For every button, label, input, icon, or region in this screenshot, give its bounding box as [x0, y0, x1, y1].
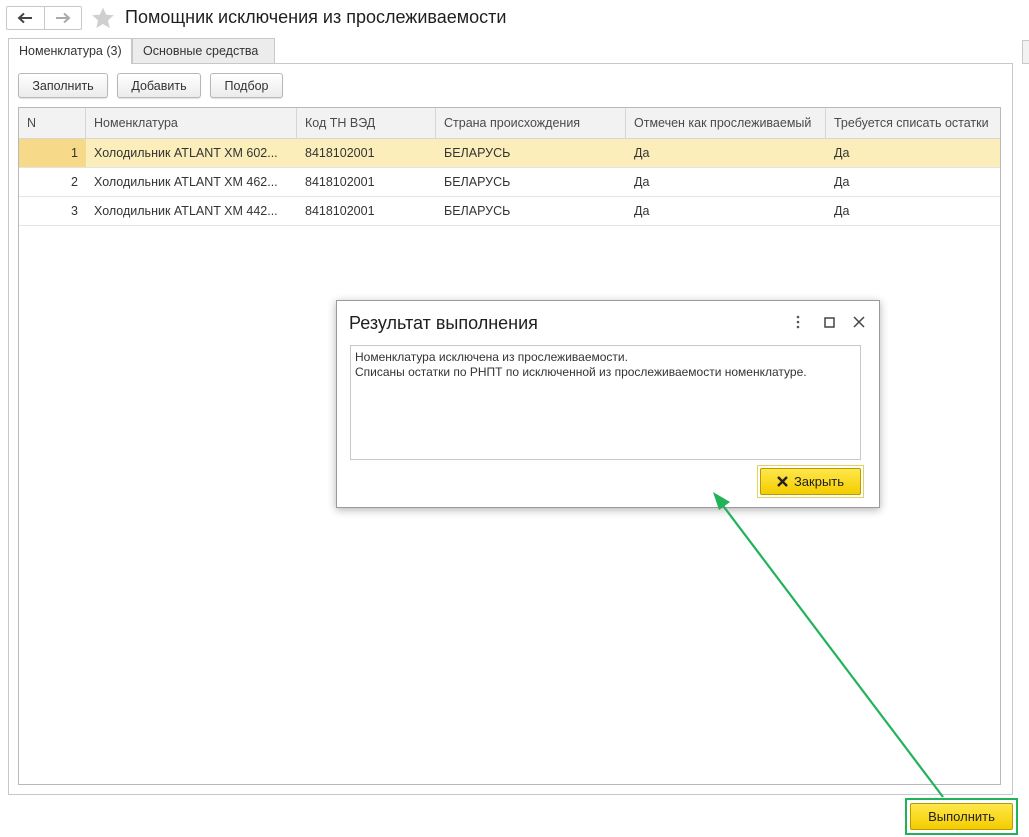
message-line: Списаны остатки по РНПТ по исключенной и… — [355, 365, 807, 379]
column-header-n[interactable]: N — [19, 108, 86, 139]
add-button[interactable]: Добавить — [117, 73, 201, 98]
row-number: 2 — [71, 175, 78, 189]
row-traceable: Да — [634, 175, 650, 189]
row-country: БЕЛАРУСЬ — [444, 175, 511, 189]
row-writeoff: Да — [834, 146, 850, 160]
column-header-nomenclature[interactable]: Номенклатура — [86, 108, 297, 139]
fill-button[interactable]: Заполнить — [18, 73, 108, 98]
row-number: 1 — [19, 139, 86, 167]
row-code: 8418102001 — [305, 204, 375, 218]
arrow-left-icon — [17, 12, 33, 24]
column-header-code[interactable]: Код ТН ВЭД — [297, 108, 436, 139]
page-title: Помощник исключения из прослеживаемости — [125, 7, 507, 27]
execute-highlight: Выполнить — [905, 798, 1018, 835]
tab-nomenclature[interactable]: Номенклатура (3) — [8, 38, 132, 64]
row-nomenclature: Холодильник ATLANT XM 442... — [94, 204, 278, 218]
row-nomenclature: Холодильник ATLANT XM 462... — [94, 175, 278, 189]
table-row[interactable]: 3 Холодильник ATLANT XM 442... 841810200… — [19, 197, 1000, 226]
column-header-traceable[interactable]: Отмечен как прослеживаемый — [626, 108, 826, 139]
star-icon[interactable] — [91, 6, 115, 30]
close-button-label: Закрыть — [793, 474, 845, 489]
history-nav — [6, 6, 82, 30]
result-message: Номенклатура исключена из прослеживаемос… — [350, 345, 861, 460]
result-dialog: Результат выполнения Номенклатура исключ… — [336, 300, 880, 508]
maximize-icon[interactable] — [820, 313, 838, 331]
message-line: Номенклатура исключена из прослеживаемос… — [355, 350, 628, 364]
forward-button[interactable] — [43, 7, 81, 29]
row-code: 8418102001 — [305, 146, 375, 160]
row-writeoff: Да — [834, 175, 850, 189]
tab-fixed-assets[interactable]: Основные средства — [132, 38, 275, 64]
more-vertical-icon[interactable] — [789, 313, 807, 331]
row-country: БЕЛАРУСЬ — [444, 204, 511, 218]
table-row[interactable]: 2 Холодильник ATLANT XM 462... 841810200… — [19, 168, 1000, 197]
row-country: БЕЛАРУСЬ — [444, 146, 511, 160]
table-header: N Номенклатура Код ТН ВЭД Страна происхо… — [19, 108, 1000, 139]
row-writeoff: Да — [834, 204, 850, 218]
execute-button[interactable]: Выполнить — [910, 803, 1013, 830]
close-button-frame: Закрыть — [757, 465, 864, 498]
cross-icon — [777, 476, 788, 487]
arrow-right-icon — [55, 12, 71, 24]
row-nomenclature: Холодильник ATLANT XM 602... — [94, 146, 278, 160]
row-number: 3 — [71, 204, 78, 218]
column-header-country[interactable]: Страна происхождения — [436, 108, 626, 139]
back-button[interactable] — [7, 7, 44, 29]
dialog-title: Результат выполнения — [349, 313, 538, 333]
close-icon[interactable] — [850, 313, 868, 331]
side-panel-handle[interactable] — [1022, 40, 1029, 64]
row-traceable: Да — [634, 146, 650, 160]
row-traceable: Да — [634, 204, 650, 218]
close-button[interactable]: Закрыть — [760, 468, 861, 495]
table-row[interactable]: 1 Холодильник ATLANT XM 602... 841810200… — [19, 139, 1000, 168]
row-code: 8418102001 — [305, 175, 375, 189]
pick-button[interactable]: Подбор — [210, 73, 283, 98]
column-header-writeoff[interactable]: Требуется списать остатки — [826, 108, 1000, 139]
